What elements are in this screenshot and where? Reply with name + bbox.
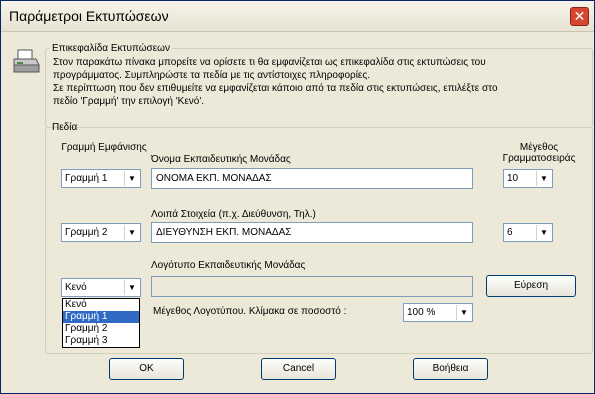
header-description-line3: Σε περίπτωση που δεν επιθυμείτε να εμφαν… bbox=[53, 83, 498, 94]
row1-font-size-select[interactable]: 10 ▼ bbox=[503, 169, 553, 188]
close-button[interactable]: ✕ bbox=[570, 7, 589, 26]
header-description-line4: πεδίο 'Γραμμή' την επιλογή 'Κενό'. bbox=[53, 96, 205, 107]
school-name-label: Όνομα Εκπαιδευτικής Μονάδας bbox=[151, 154, 291, 165]
logo-scale-value: 100 % bbox=[407, 307, 436, 318]
other-details-value: ΔΙΕΥΘΥΝΣΗ ΕΚΠ. ΜΟΝΑΔΑΣ bbox=[156, 227, 292, 238]
window-title: Παράμετροι Εκτυπώσεων bbox=[9, 8, 169, 24]
dialog-window: Παράμετροι Εκτυπώσεων ✕ Επικεφαλίδα Εκτυ… bbox=[0, 0, 595, 394]
row1-font-size-value: 10 bbox=[507, 173, 519, 184]
chevron-down-icon[interactable]: ▼ bbox=[124, 171, 139, 186]
other-details-input[interactable]: ΔΙΕΥΘΥΝΣΗ ΕΚΠ. ΜΟΝΑΔΑΣ bbox=[151, 222, 473, 243]
dialog-body: Επικεφαλίδα Εκτυπώσεων Στον παρακάτω πίν… bbox=[1, 32, 594, 393]
font-size-column-header: Μέγεθος Γραμματοσειράς bbox=[502, 142, 576, 164]
ok-button[interactable]: OK bbox=[109, 358, 184, 380]
dropdown-option[interactable]: Γραμμή 2 bbox=[63, 323, 139, 335]
row1-line-value: Γραμμή 1 bbox=[65, 173, 108, 184]
logo-path-input[interactable] bbox=[151, 276, 473, 297]
row2-line-select[interactable]: Γραμμή 2 ▼ bbox=[61, 223, 141, 242]
row1-line-select[interactable]: Γραμμή 1 ▼ bbox=[61, 169, 141, 188]
header-description-line2: προγράμματος. Συμπληρώστε τα πεδία με τι… bbox=[53, 70, 370, 81]
title-bar[interactable]: Παράμετροι Εκτυπώσεων ✕ bbox=[1, 1, 594, 32]
row2-line-value: Γραμμή 2 bbox=[65, 227, 108, 238]
header-group-legend: Επικεφαλίδα Εκτυπώσεων bbox=[52, 43, 170, 54]
close-icon: ✕ bbox=[573, 9, 586, 25]
school-name-input[interactable]: ΟΝΟΜΑ ΕΚΠ. ΜΟΝΑΔΑΣ bbox=[151, 168, 473, 189]
help-button[interactable]: Βοήθεια bbox=[413, 358, 488, 380]
row3-line-select[interactable]: Κενό ▼ bbox=[61, 278, 141, 297]
chevron-down-icon[interactable]: ▼ bbox=[124, 225, 139, 240]
row2-font-size-value: 6 bbox=[507, 227, 513, 238]
printer-icon bbox=[13, 49, 40, 73]
chevron-down-icon[interactable]: ▼ bbox=[536, 171, 551, 186]
chevron-down-icon[interactable]: ▼ bbox=[456, 305, 471, 320]
dropdown-option[interactable]: Γραμμή 1 bbox=[63, 311, 139, 323]
school-name-value: ΟΝΟΜΑ ΕΚΠ. ΜΟΝΑΔΑΣ bbox=[156, 173, 272, 184]
cancel-button[interactable]: Cancel bbox=[261, 358, 336, 380]
logo-scale-label: Μέγεθος Λογοτύπου. Κλίμακα σε ποσοστό : bbox=[153, 306, 347, 317]
chevron-down-icon[interactable]: ▼ bbox=[124, 280, 139, 295]
browse-button[interactable]: Εύρεση bbox=[486, 275, 576, 297]
other-details-label: Λοιπά Στοιχεία (π.χ. Διεύθυνση, Τηλ.) bbox=[151, 209, 316, 220]
logo-scale-select[interactable]: 100 % ▼ bbox=[403, 303, 473, 322]
header-description-line1: Στον παρακάτω πίνακα μπορείτε να ορίσετε… bbox=[53, 57, 486, 68]
chevron-down-icon[interactable]: ▼ bbox=[536, 225, 551, 240]
row3-line-value: Κενό bbox=[65, 282, 87, 293]
logo-label: Λογότυπο Εκπαιδευτικής Μονάδας bbox=[151, 260, 306, 271]
dropdown-option[interactable]: Γραμμή 3 bbox=[63, 335, 139, 347]
line-column-header: Γραμμή Εμφάνισης bbox=[61, 142, 147, 153]
fields-group-legend: Πεδία bbox=[52, 122, 78, 133]
row2-font-size-select[interactable]: 6 ▼ bbox=[503, 223, 553, 242]
dropdown-option[interactable]: Κενό bbox=[63, 299, 139, 311]
line-dropdown-list[interactable]: Κενό Γραμμή 1 Γραμμή 2 Γραμμή 3 bbox=[62, 298, 140, 348]
